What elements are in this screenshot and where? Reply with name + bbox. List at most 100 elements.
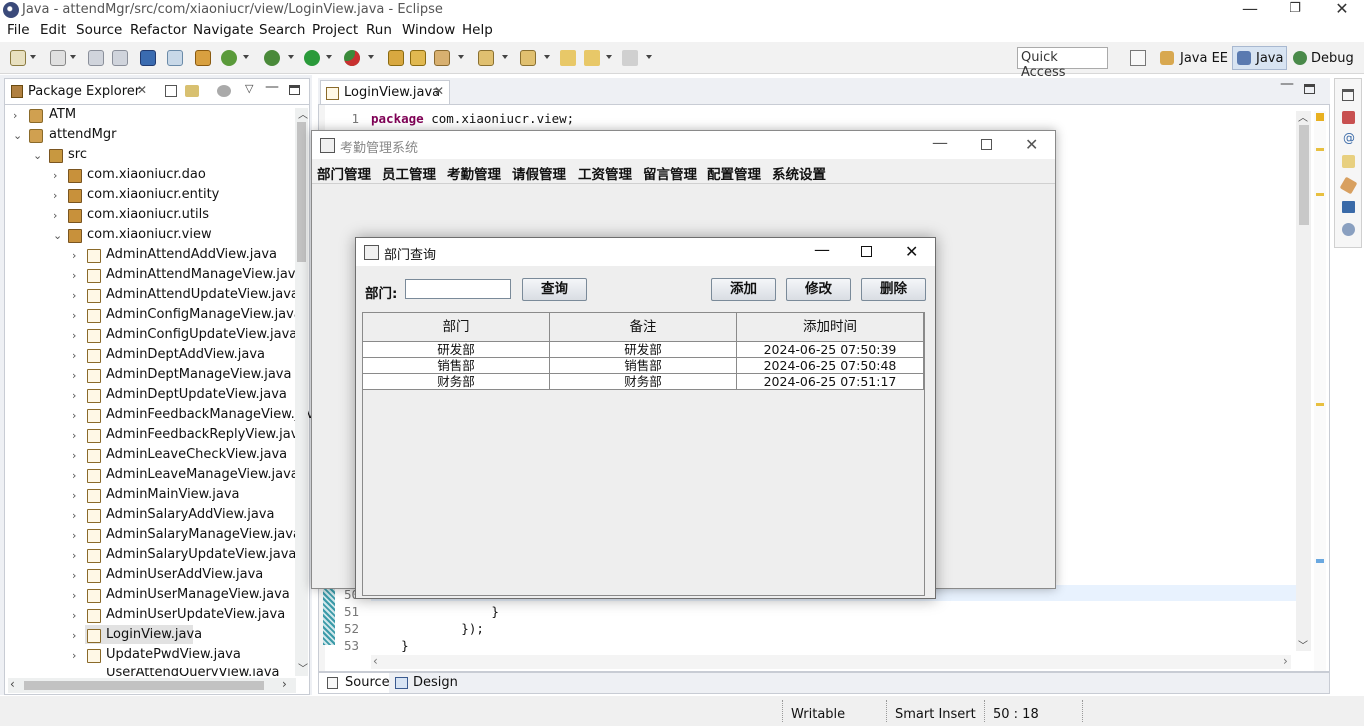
expand-arrow-icon[interactable]: › [72, 649, 76, 662]
editor-scroll-thumb[interactable] [1299, 125, 1309, 225]
forward-icon[interactable] [622, 50, 638, 66]
problems-icon[interactable] [1342, 111, 1355, 124]
focus-icon[interactable] [217, 85, 231, 97]
last-edit-icon[interactable] [560, 50, 576, 66]
menu-project[interactable]: Project [312, 22, 358, 38]
app-close-icon[interactable]: ✕ [1025, 135, 1038, 154]
app-maximize-icon[interactable] [981, 139, 992, 150]
scroll-left-icon[interactable]: ‹ [373, 654, 378, 668]
perspective-java-ee[interactable]: Java EE [1180, 51, 1228, 66]
expand-arrow-icon[interactable]: › [53, 209, 57, 222]
package-icon[interactable] [195, 50, 211, 66]
expand-arrow-icon[interactable]: › [72, 449, 76, 462]
tree-package-utils[interactable]: com.xiaoniucr.utils [87, 207, 209, 222]
open-type-icon[interactable] [388, 50, 404, 66]
save-all-icon[interactable] [112, 50, 128, 66]
expand-arrow-icon[interactable]: › [72, 629, 76, 642]
source-tab[interactable]: Source [345, 675, 390, 690]
expand-arrow-icon[interactable]: › [53, 169, 57, 182]
open-perspective-icon[interactable] [1130, 50, 1146, 66]
tree-file[interactable]: AdminSalaryUpdateView.java [106, 547, 296, 562]
scroll-down-icon[interactable]: ﹀ [298, 660, 308, 675]
tree-file[interactable]: UpdatePwdView.java [106, 647, 241, 662]
outline-icon[interactable] [1342, 223, 1355, 236]
tree-file[interactable]: AdminAttendUpdateView.java [106, 287, 299, 302]
occurrence-marker[interactable] [1316, 559, 1324, 563]
scroll-right-icon[interactable]: › [282, 677, 287, 691]
app-minimize-icon[interactable]: — [932, 133, 948, 152]
open-icon[interactable] [50, 50, 66, 66]
tree-package-entity[interactable]: com.xiaoniucr.entity [87, 187, 219, 202]
table-cell[interactable]: 研发部 [550, 342, 737, 358]
back-icon[interactable] [584, 50, 600, 66]
table-cell[interactable]: 销售部 [363, 358, 550, 374]
expand-arrow-icon[interactable]: › [72, 309, 76, 322]
tree-file[interactable]: AdminSalaryAddView.java [106, 507, 274, 522]
minimize-editor-icon[interactable]: — [1280, 76, 1294, 92]
tree-hscroll-thumb[interactable] [24, 681, 264, 690]
tree-file[interactable]: AdminFeedbackManageView.jav [106, 407, 314, 422]
scroll-down-icon[interactable]: ﹀ [1298, 637, 1308, 652]
minimize-icon[interactable]: — [1235, 0, 1265, 18]
tree-file[interactable]: AdminUserUpdateView.java [106, 607, 285, 622]
perspective-debug[interactable]: Debug [1311, 51, 1354, 66]
tree-file[interactable]: AdminUserAddView.java [106, 567, 263, 582]
brush-icon[interactable] [434, 50, 450, 66]
next-annotation-dropdown-icon[interactable] [502, 55, 508, 59]
tree-project-atm[interactable]: ATM [49, 107, 76, 122]
perspective-java[interactable]: Java [1256, 51, 1283, 66]
column-header-dept[interactable]: 部门 [363, 313, 550, 342]
expand-arrow-icon[interactable]: › [72, 489, 76, 502]
app-menu-message[interactable]: 留言管理 [643, 163, 697, 183]
scroll-up-icon[interactable]: ︿ [298, 106, 308, 121]
scroll-left-icon[interactable]: ‹ [10, 677, 15, 691]
save-icon[interactable] [88, 50, 104, 66]
query-button[interactable]: 查询 [522, 278, 587, 301]
close-icon[interactable]: ✕ [1327, 0, 1357, 18]
open-dropdown-icon[interactable] [70, 55, 76, 59]
annotation-marker[interactable] [1316, 193, 1324, 196]
new-icon[interactable] [10, 50, 26, 66]
delete-button[interactable]: 删除 [861, 278, 926, 301]
table-cell[interactable]: 财务部 [550, 374, 737, 390]
app-menu-leave[interactable]: 请假管理 [512, 163, 566, 183]
terminal-icon[interactable] [140, 50, 156, 66]
expand-arrow-icon[interactable]: › [72, 349, 76, 362]
column-header-time[interactable]: 添加时间 [737, 313, 924, 342]
close-view-icon[interactable]: ✕ [137, 83, 147, 97]
menu-source[interactable]: Source [76, 22, 122, 38]
console-icon[interactable] [1342, 201, 1355, 213]
back-dropdown-icon[interactable] [606, 55, 612, 59]
table-cell[interactable]: 2024-06-25 07:51:17 [737, 374, 924, 390]
tree-file[interactable]: AdminSalaryManageView.java [106, 527, 301, 542]
design-tab[interactable]: Design [413, 675, 458, 690]
quick-access-input[interactable]: Quick Access [1017, 47, 1108, 80]
minimize-view-icon[interactable]: — [265, 79, 279, 95]
dept-search-input[interactable] [405, 279, 511, 299]
maximize-view-icon[interactable] [289, 85, 300, 95]
expand-arrow-icon[interactable]: › [72, 269, 76, 282]
maximize-editor-icon[interactable] [1304, 84, 1315, 94]
table-cell[interactable]: 2024-06-25 07:50:39 [737, 342, 924, 358]
tree-file[interactable]: AdminUserManageView.java [106, 587, 290, 602]
open-folder-icon[interactable] [410, 50, 426, 66]
brush-dropdown-icon[interactable] [458, 55, 464, 59]
collapse-arrow-icon[interactable]: ⌄ [33, 149, 42, 162]
expand-arrow-icon[interactable]: › [13, 109, 17, 122]
column-header-remark[interactable]: 备注 [550, 313, 737, 342]
app-menu-dept[interactable]: 部门管理 [317, 163, 371, 183]
debug-dropdown-icon[interactable] [288, 55, 294, 59]
expand-arrow-icon[interactable]: › [72, 589, 76, 602]
editor-horizontal-scrollbar[interactable] [371, 655, 1291, 669]
tree-file[interactable]: AdminFeedbackReplyView.java [106, 427, 306, 442]
tasks-icon[interactable] [1339, 176, 1358, 195]
app-menu-settings[interactable]: 系统设置 [772, 163, 826, 183]
app-menu-employee[interactable]: 员工管理 [382, 163, 436, 183]
annotation-marker[interactable] [1316, 403, 1324, 406]
app-menu-salary[interactable]: 工资管理 [578, 163, 632, 183]
menu-refactor[interactable]: Refactor [130, 22, 187, 38]
tree-src[interactable]: src [68, 147, 87, 162]
tree-package-view[interactable]: com.xiaoniucr.view [87, 227, 212, 242]
expand-arrow-icon[interactable]: › [72, 389, 76, 402]
expand-arrow-icon[interactable]: › [72, 409, 76, 422]
